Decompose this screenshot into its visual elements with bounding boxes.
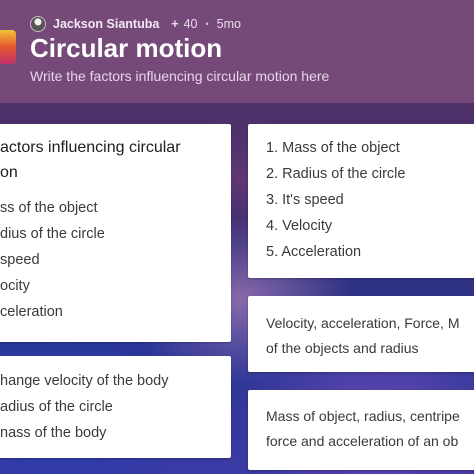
post-card-numbered-factors[interactable]: 1. Mass of the object 2. Radius of the c…	[248, 124, 474, 278]
post-text-line-1: Velocity, acceleration, Force, M	[266, 315, 460, 331]
post-age: 5mo	[216, 17, 241, 31]
author-name[interactable]: Jackson Siantuba	[53, 17, 159, 31]
post-text-line-2: force and acceleration of an ob	[266, 433, 459, 449]
list-item: 2. Radius of the circle	[266, 166, 406, 182]
list-item: ss of the object	[0, 200, 98, 216]
list-item: 1. Mass of the object	[266, 140, 400, 156]
likes-count: 40	[183, 17, 198, 31]
card-heading-line-2: on	[0, 164, 18, 181]
list-item: speed	[0, 252, 40, 268]
list-item: nass of the body	[0, 425, 107, 441]
post-header: Jackson Siantuba + 40 • 5mo Circular mot…	[0, 0, 474, 103]
list-item: celeration	[0, 304, 63, 320]
list-item: ocity	[0, 278, 30, 294]
list-item: dius of the circle	[0, 226, 105, 242]
author-avatar[interactable]	[30, 16, 46, 32]
list-item: 3. It's speed	[266, 192, 344, 208]
plus-icon: +	[171, 17, 179, 31]
app-logo-icon[interactable]	[0, 30, 16, 64]
page-description: Write the factors influencing circular m…	[30, 68, 330, 84]
separator-dot-icon: •	[205, 19, 209, 29]
post-card-change-velocity[interactable]: hange velocity of the body adius of the …	[0, 356, 231, 458]
list-item: adius of the circle	[0, 399, 113, 415]
list-item: 5. Acceleration	[266, 244, 362, 260]
post-card-mass-radius[interactable]: Mass of object, radius, centripe force a…	[248, 390, 474, 470]
card-heading-line-1: actors influencing circular	[0, 139, 181, 156]
list-item: hange velocity of the body	[0, 373, 169, 389]
post-meta: Jackson Siantuba + 40 • 5mo	[30, 15, 241, 33]
post-text-line-1: Mass of object, radius, centripe	[266, 408, 460, 424]
list-item: 4. Velocity	[266, 218, 333, 234]
post-text-line-2: of the objects and radius	[266, 340, 419, 356]
page-title: Circular motion	[30, 33, 223, 63]
post-card-factors[interactable]: actors influencing circular on ss of the…	[0, 124, 231, 342]
post-card-velocity-force[interactable]: Velocity, acceleration, Force, M of the …	[248, 296, 474, 372]
